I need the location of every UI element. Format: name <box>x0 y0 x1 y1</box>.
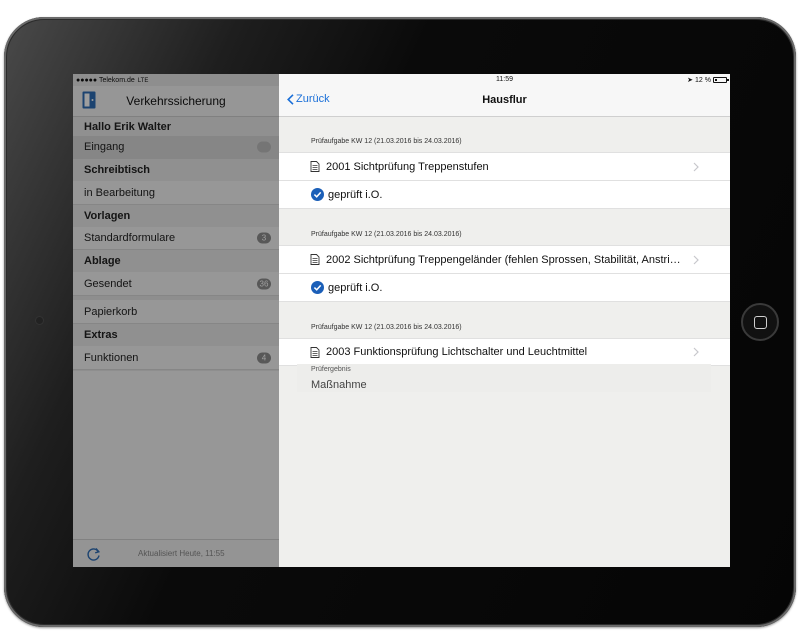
sidebar-item-eingang[interactable]: Eingang <box>73 136 279 159</box>
task-row[interactable]: 2001 Sichtprüfung Treppenstufen <box>279 152 730 181</box>
status-time: 11:59 <box>496 76 513 83</box>
document-icon <box>310 346 320 358</box>
sidebar: ●●●●● Telekom.de LTE Verkehrssicherung Ha… <box>73 74 279 567</box>
sidebar-item-label: Standardformulare <box>84 232 176 244</box>
battery-percent: 12 % <box>695 76 711 84</box>
section-extras: Extras <box>73 324 279 346</box>
empty-row <box>73 371 279 400</box>
page-title: Hausflur <box>482 94 527 106</box>
measure-field[interactable]: Maßnahme <box>311 379 367 391</box>
sidebar-item-label: Gesendet <box>84 277 132 290</box>
home-square-icon <box>753 315 767 329</box>
task-group-header: Prüfaufgabe KW 12 (21.03.2016 bis 24.03.… <box>311 138 462 145</box>
status-bar-right: ➤ 12 % <box>687 76 729 84</box>
sidebar-header: Verkehrssicherung <box>73 86 279 117</box>
front-camera <box>36 317 43 324</box>
sidebar-item-standardformulare[interactable]: Standardformulare 3 <box>73 227 279 250</box>
detail-pane: 11:59 ➤ 12 % Zurück Hausflur Prüfaufgabe… <box>279 74 730 567</box>
carrier-label: ●●●●● Telekom.de <box>76 77 135 84</box>
chevron-right-icon <box>693 347 699 357</box>
section-schreibtisch: Schreibtisch <box>73 159 279 181</box>
greeting: Hallo Erik Walter <box>73 117 279 136</box>
chevron-right-icon <box>693 255 699 264</box>
task-title: 2002 Sichtprüfung Treppengeländer (fehle… <box>326 253 681 266</box>
checkmark-circle-icon <box>311 188 324 201</box>
count-badge: 4 <box>257 352 271 363</box>
result-row[interactable]: geprüft i.O. <box>279 181 730 209</box>
empty-row <box>73 511 279 540</box>
sidebar-item-label: Funktionen <box>84 351 139 364</box>
task-title: 2003 Funktionsprüfung Lichtschalter und … <box>326 346 588 358</box>
sidebar-item-papierkorb[interactable]: Papierkorb <box>73 300 279 324</box>
task-title: 2001 Sichtprüfung Treppenstufen <box>326 160 489 173</box>
empty-row <box>73 427 279 456</box>
sidebar-item-label: in Bearbeitung <box>84 186 155 199</box>
result-row[interactable]: geprüft i.O. <box>279 274 730 302</box>
empty-row <box>73 455 279 484</box>
sidebar-title: Verkehrssicherung <box>126 94 226 108</box>
location-arrow-icon: ➤ <box>687 77 694 84</box>
last-updated-label: Aktualisiert Heute, 11:55 <box>138 549 225 558</box>
sidebar-item-label: Eingang <box>84 141 125 153</box>
sidebar-item-in-bearbeitung[interactable]: in Bearbeitung <box>73 181 279 205</box>
sidebar-item-gesendet[interactable]: Gesendet 36 <box>73 272 279 296</box>
count-badge: 36 <box>257 278 271 289</box>
result-text: geprüft i.O. <box>328 281 383 294</box>
result-field-label: Prüfergebnis <box>311 366 351 373</box>
nav-bar: 11:59 ➤ 12 % Zurück Hausflur <box>279 74 730 117</box>
section-ablage: Ablage <box>73 250 279 272</box>
chevron-right-icon <box>693 162 699 171</box>
sidebar-item-funktionen[interactable]: Funktionen 4 <box>73 346 279 370</box>
document-icon <box>310 254 320 265</box>
count-badge: 3 <box>257 232 271 244</box>
sidebar-item-label: Papierkorb <box>84 305 138 318</box>
count-badge <box>257 141 271 153</box>
battery-icon <box>713 77 729 83</box>
task-group-header: Prüfaufgabe KW 12 (21.03.2016 bis 24.03.… <box>311 324 462 331</box>
document-icon <box>310 161 320 172</box>
network-label: LTE <box>137 78 149 84</box>
screen: ●●●●● Telekom.de LTE Verkehrssicherung Ha… <box>73 74 730 567</box>
empty-row <box>73 399 279 428</box>
status-bar-left: ●●●●● Telekom.de LTE <box>76 76 148 86</box>
result-text: geprüft i.O. <box>328 188 383 201</box>
sidebar-footer: Aktualisiert Heute, 11:55 <box>73 539 279 567</box>
refresh-icon[interactable] <box>86 546 102 562</box>
checkmark-circle-icon <box>311 281 324 294</box>
home-button[interactable] <box>741 303 779 341</box>
task-row[interactable]: 2003 Funktionsprüfung Lichtschalter und … <box>279 338 730 366</box>
section-vorlagen: Vorlagen <box>73 205 279 227</box>
task-row[interactable]: 2002 Sichtprüfung Treppengeländer (fehle… <box>279 245 730 274</box>
task-group-header: Prüfaufgabe KW 12 (21.03.2016 bis 24.03.… <box>311 231 462 238</box>
empty-row <box>73 483 279 512</box>
